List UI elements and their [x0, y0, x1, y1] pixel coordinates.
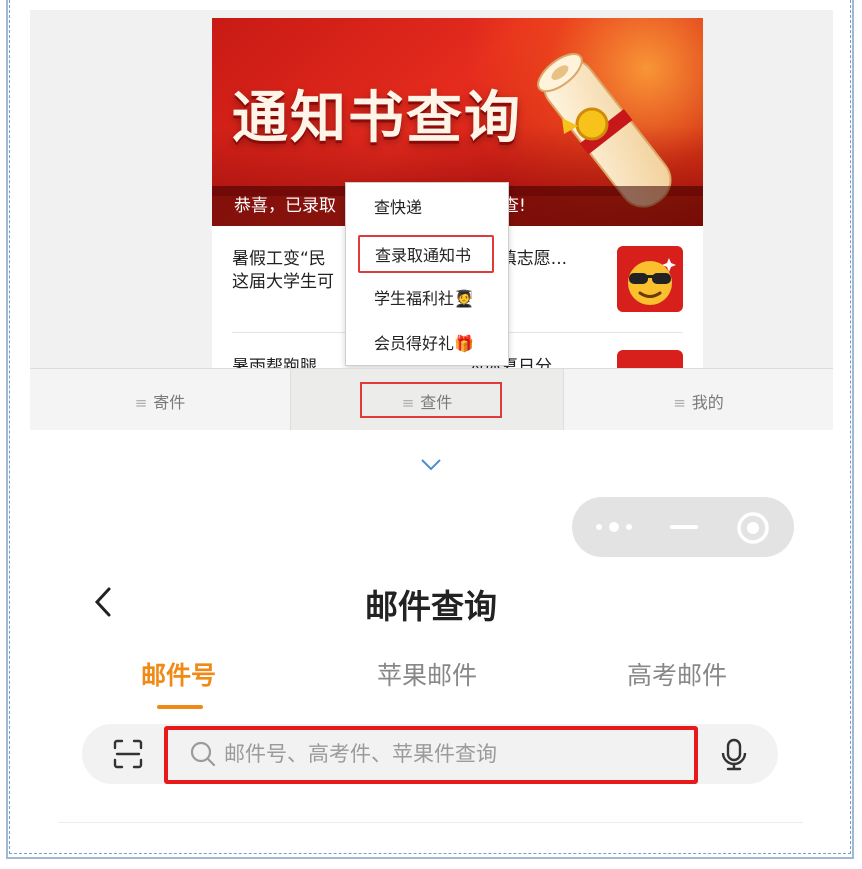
tab-apple-mail[interactable]: 苹果邮件 [377, 656, 477, 692]
close-target-icon[interactable] [736, 511, 770, 545]
menu-icon: ≡ [673, 394, 686, 412]
banner-title: 通知书查询 [232, 86, 522, 151]
sunglasses-emoji-icon [628, 258, 676, 305]
menu-icon: ≡ [134, 394, 148, 412]
news-thumbnail[interactable] [617, 246, 683, 312]
highlight-box [360, 382, 502, 418]
active-tab-indicator [157, 705, 203, 709]
mini-program-preview: 通知书查询 恭喜，已录取 查! 暑假工变“民 亲戚填志愿... 这届大学生可 暑雨… [30, 10, 833, 430]
search-input[interactable] [224, 738, 674, 770]
menu-item-track-express[interactable]: 查快递 [346, 189, 508, 227]
popup-menu: 查快递 查录取通知书 学生福利社🧑‍🎓 会员得好礼🎁 [345, 182, 509, 366]
scan-icon[interactable] [112, 738, 144, 770]
chevron-down-icon[interactable] [420, 458, 442, 472]
tab-gaokao-mail[interactable]: 高考邮件 [627, 656, 727, 692]
bottom-tab-bar: ≡ 寄件 ≡ 查件 ≡ 我的 [30, 368, 833, 430]
tab-mail-number[interactable]: 邮件号 [141, 656, 216, 692]
more-options-icon[interactable] [594, 519, 636, 535]
page-title: 邮件查询 [365, 587, 497, 626]
menu-item-admission-notice[interactable]: 查录取通知书 [358, 235, 494, 273]
tab-mine[interactable]: ≡ 我的 [564, 369, 833, 430]
mini-program-capsule [572, 497, 794, 557]
minimize-icon[interactable] [670, 524, 698, 530]
search-icon [190, 741, 216, 767]
microphone-icon[interactable] [720, 738, 748, 772]
menu-item-member-gift[interactable]: 会员得好礼🎁 [346, 325, 508, 363]
menu-item-student-welfare[interactable]: 学生福利社🧑‍🎓 [346, 280, 508, 318]
tab-send[interactable]: ≡ 寄件 [30, 369, 290, 430]
